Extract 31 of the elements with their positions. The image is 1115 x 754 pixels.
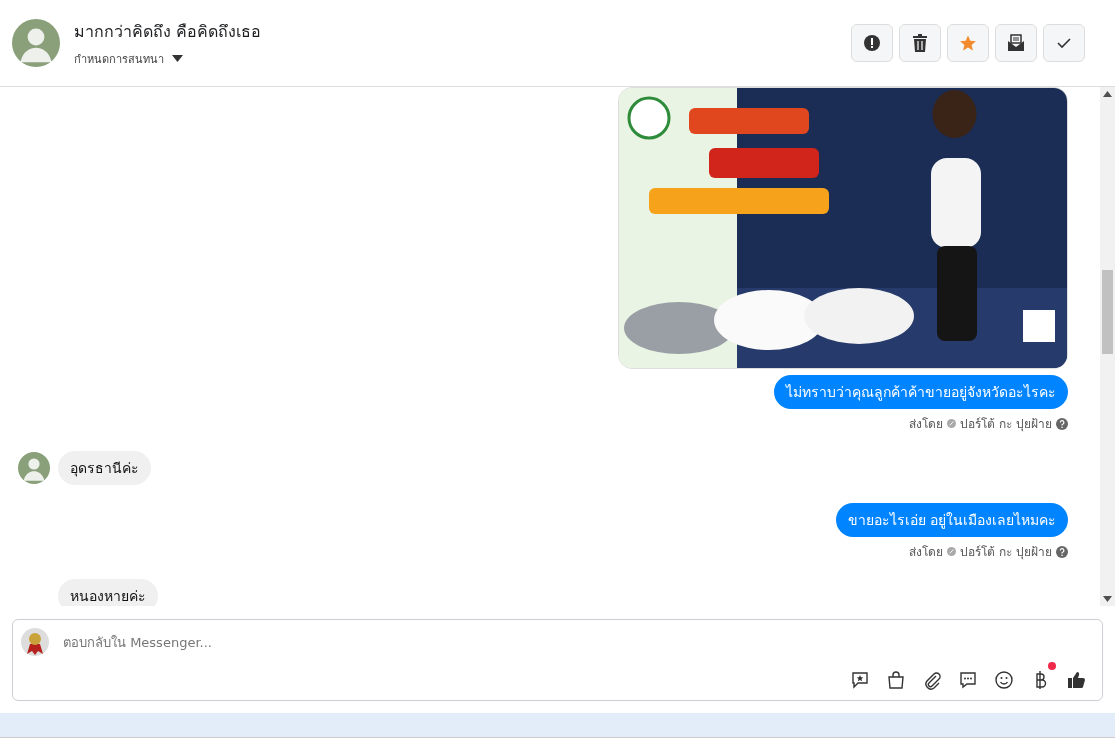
speech-star-icon bbox=[850, 670, 870, 690]
thumbs-up-icon bbox=[1066, 670, 1086, 690]
conversation-label[interactable]: กำหนดการสนทนา bbox=[74, 49, 164, 68]
alert-button[interactable] bbox=[851, 24, 893, 62]
shopping-bag-icon bbox=[886, 670, 906, 690]
message-bubble: ขายอะไรเอ่ย อยู่ในเมืองเลยไหมคะ bbox=[835, 503, 1068, 537]
sent-by-label: ส่งโดย bbox=[909, 416, 944, 433]
sent-by-label: ส่งโดย bbox=[909, 544, 944, 561]
message-bubble: อุดรธานีค่ะ bbox=[58, 451, 151, 485]
verified-icon bbox=[947, 419, 957, 428]
emoji-icon bbox=[994, 670, 1014, 690]
trash-button[interactable] bbox=[899, 24, 941, 62]
star-button[interactable] bbox=[947, 24, 989, 62]
sender-name: ปอร์โต้ กะ ปุยฝ้าย bbox=[960, 416, 1052, 433]
help-icon[interactable] bbox=[1056, 417, 1068, 430]
scroll-down-icon[interactable] bbox=[1103, 596, 1112, 602]
paperclip-icon bbox=[922, 670, 942, 690]
caret-icon[interactable] bbox=[172, 55, 183, 62]
chat-bubble-icon bbox=[958, 670, 978, 690]
verified-icon bbox=[947, 547, 957, 556]
message-bubble: ไม่ทราบว่าคุณลูกค้าค้าขายอยู่จังหวัดอะไรคะ bbox=[774, 375, 1068, 409]
check-button[interactable] bbox=[1043, 24, 1085, 62]
help-icon[interactable] bbox=[1056, 545, 1068, 558]
sender-name: ปอร์โต้ กะ ปุยฝ้าย bbox=[960, 544, 1052, 561]
page-logo-icon bbox=[21, 628, 49, 656]
scroll-up-icon[interactable] bbox=[1103, 91, 1112, 97]
avatar bbox=[12, 19, 60, 67]
message-bubble: หนองหายค่ะ bbox=[58, 579, 158, 606]
contact-name: มากกว่าคิดถึง คือคิดถึงเธอ bbox=[74, 20, 263, 43]
scrollbar-thumb[interactable] bbox=[1102, 270, 1113, 354]
mail-button[interactable] bbox=[995, 24, 1037, 62]
